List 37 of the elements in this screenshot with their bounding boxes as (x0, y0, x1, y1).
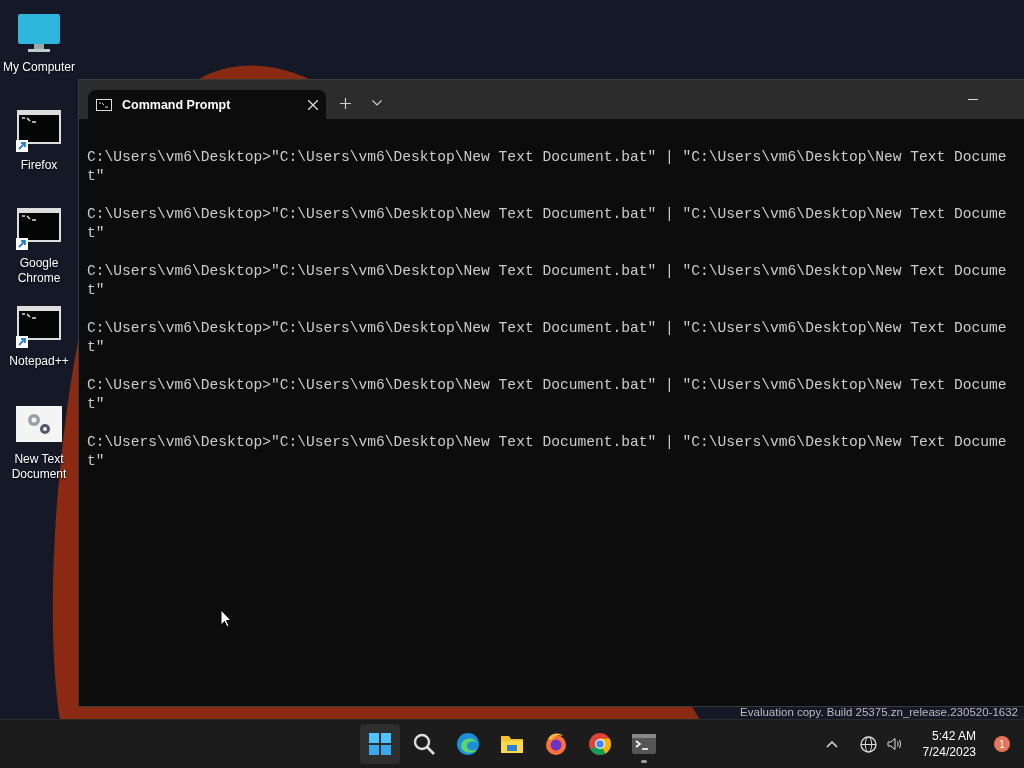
console-shortcut-icon (16, 108, 62, 154)
search-icon (411, 731, 437, 757)
command-line: C:\Users\vm6\Desktop>"C:\Users\vm6\Desktop\New Text Document.bat" | "C:\Users\vm6\Desktop\New Text Docume (87, 433, 1007, 452)
console-shortcut-icon (16, 206, 62, 252)
running-indicator (641, 760, 647, 763)
terminal-icon (631, 731, 657, 757)
desktop-icon-label[interactable]: Google Chrome (1, 256, 77, 286)
mouse-pointer-icon (220, 609, 232, 628)
command-line: t" (87, 167, 105, 186)
desktop-icon-label[interactable]: New Text Document (1, 452, 77, 482)
command-line: t" (87, 281, 105, 300)
speaker-icon[interactable] (886, 737, 903, 751)
command-line: t" (87, 395, 105, 414)
globe-icon[interactable] (859, 735, 877, 753)
command-line: t" (87, 224, 105, 243)
desktop-icon-label[interactable]: My Computer (1, 60, 77, 75)
console-shortcut-icon (16, 304, 62, 350)
evaluation-notice: Evaluation copy. Build 25375.zn_release.230520-1632 (740, 706, 1018, 718)
minimize-icon (968, 99, 978, 100)
clock[interactable]: 5:42 AM 7/24/2023 (922, 728, 976, 760)
command-line: C:\Users\vm6\Desktop>"C:\Users\vm6\Desktop\New Text Document.bat" | "C:\Users\vm6\Desktop\New Text Docume (87, 262, 1007, 281)
chevron-down-icon (372, 100, 382, 106)
command-line: t" (87, 452, 105, 471)
terminal-tab[interactable]: Command Prompt (88, 90, 326, 119)
desktop-icon-label[interactable]: Firefox (1, 158, 77, 173)
console-icon (96, 98, 112, 111)
plus-icon (339, 97, 351, 109)
start-icon (367, 731, 393, 757)
command-line: C:\Users\vm6\Desktop>"C:\Users\vm6\Desktop\New Text Document.bat" | "C:\Users\vm6\Desktop\New Text Docume (87, 319, 1007, 338)
command-line: C:\Users\vm6\Desktop>"C:\Users\vm6\Desktop\New Text Document.bat" | "C:\Users\vm6\Desktop\New Text Docume (87, 205, 1007, 224)
command-line: C:\Users\vm6\Desktop>"C:\Users\vm6\Desktop\New Text Document.bat" | "C:\Users\vm6\Desktop\New Text Docume (87, 148, 1007, 167)
taskbar-app-button[interactable] (360, 724, 400, 764)
chevron-up-icon[interactable] (825, 740, 838, 748)
close-icon[interactable] (308, 99, 318, 110)
desktop-icon-label[interactable]: Notepad++ (1, 354, 77, 369)
command-line: C:\Users\vm6\Desktop>"C:\Users\vm6\Desktop\New Text Document.bat" | "C:\Users\vm6\Desktop\New Text Docume (87, 376, 1007, 395)
command-line: t" (87, 338, 105, 357)
